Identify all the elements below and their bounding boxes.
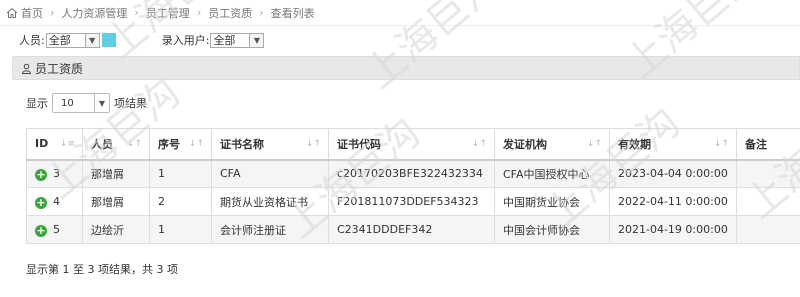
search-button[interactable] <box>101 33 116 47</box>
breadcrumb-separator: › <box>134 6 139 19</box>
cell-id: +5 <box>26 215 83 244</box>
entry-user-filter-label: 录入用户: <box>161 34 210 47</box>
entry-user-filter-select[interactable]: 全部 ▼ <box>210 32 265 48</box>
cell-issuer: 中国期货业协会 <box>494 187 610 216</box>
breadcrumb-employee-qualification[interactable]: 员工资质 <box>208 5 252 21</box>
cell-person: 那增屑 <box>82 187 150 216</box>
column-header-remark[interactable]: 备注 <box>736 128 800 161</box>
breadcrumb-view-list: 查看列表 <box>270 6 315 20</box>
cell-issuer: 中国会计师协会 <box>494 215 610 244</box>
sort-icon[interactable]: ↓↑ <box>127 139 142 149</box>
table-row[interactable]: +4 那增屑 2 期货从业资格证书 F201811073DDEF534323 中… <box>26 187 800 216</box>
cell-cert-code: c20170203BFE322432334 <box>328 159 495 188</box>
person-filter-value: 全部 <box>48 34 71 47</box>
person-filter-select[interactable]: 全部 ▼ <box>45 32 100 48</box>
column-header-label: 序号 <box>158 137 180 151</box>
column-header-label: 发证机构 <box>503 137 547 151</box>
sort-icon[interactable]: ↓↑ <box>714 139 729 149</box>
column-header-label: 备注 <box>745 137 767 151</box>
cell-cert-name: CFA <box>211 159 329 188</box>
table-header-row: ID ↓≡ 人员 ↓↑ 序号 ↓↑ 证书名称 ↓↑ 证书代码 ↓↑ 发证机构 ↓↑ 有效期 ↓… <box>26 128 800 161</box>
chevron-down-icon[interactable]: ▼ <box>84 33 99 47</box>
expand-plus-icon[interactable]: + <box>35 196 47 209</box>
cell-seq: 2 <box>149 187 212 216</box>
column-header-label: 证书代码 <box>337 137 381 151</box>
qualification-table: ID ↓≡ 人员 ↓↑ 序号 ↓↑ 证书名称 ↓↑ 证书代码 ↓↑ 发证机构 ↓↑ 有效期 ↓… <box>26 128 800 244</box>
breadcrumb-separator: › <box>259 6 264 19</box>
cell-remark <box>736 215 800 244</box>
cell-seq: 1 <box>149 215 212 244</box>
column-header-id[interactable]: ID ↓≡ <box>26 128 83 161</box>
breadcrumb-separator: › <box>50 6 55 19</box>
cell-cert-code: F201811073DDEF534323 <box>328 187 495 216</box>
chevron-down-icon[interactable]: ▼ <box>249 33 264 47</box>
cell-remark <box>736 159 800 188</box>
cell-id: +3 <box>26 159 83 188</box>
breadcrumb-separator: › <box>196 6 202 19</box>
breadcrumb-employee-management[interactable]: 员工管理 <box>146 5 190 21</box>
column-header-cert-name[interactable]: 证书名称 ↓↑ <box>211 128 329 161</box>
table-row[interactable]: +3 那增屑 1 CFA c20170203BFE322432334 CFA中国… <box>26 159 800 188</box>
column-header-label: ID <box>35 137 49 151</box>
cell-id-value: 4 <box>53 194 60 208</box>
entry-user-filter-value: 全部 <box>213 34 236 47</box>
column-header-label: 有效期 <box>618 137 651 151</box>
breadcrumb: 首页 › 人力资源管理 › 员工管理 › 员工资质 › 查看列表 <box>0 0 800 26</box>
breadcrumb-home[interactable]: 首页 <box>21 5 43 21</box>
filter-bar: 人员: 全部 ▼ 录入用户: 全部 ▼ <box>0 30 800 50</box>
cell-id-value: 5 <box>53 222 60 236</box>
cell-cert-code: C2341DDDEF342 <box>328 215 495 244</box>
column-header-label: 人员 <box>91 137 113 151</box>
chevron-down-icon[interactable]: ▼ <box>94 94 109 112</box>
sort-asc-icon[interactable]: ↓≡ <box>60 139 75 149</box>
column-header-label: 证书名称 <box>220 137 264 151</box>
home-icon[interactable] <box>6 7 18 19</box>
sort-icon[interactable]: ↓↑ <box>472 139 487 149</box>
sort-icon[interactable]: ↓↑ <box>189 139 204 149</box>
user-icon <box>21 63 32 74</box>
column-header-issuer[interactable]: 发证机构 ↓↑ <box>494 128 610 161</box>
cell-validity: 2023-04-04 0:00:00 <box>609 159 737 188</box>
page-length-select[interactable]: 10 ▼ <box>52 93 110 113</box>
cell-cert-name: 会计师注册证 <box>211 215 329 244</box>
column-header-seq[interactable]: 序号 ↓↑ <box>149 128 212 161</box>
cell-person: 那增屑 <box>82 159 150 188</box>
breadcrumb-hr-management[interactable]: 人力资源管理 <box>61 5 127 21</box>
page-length-value: 10 <box>61 97 74 109</box>
cell-validity: 2021-04-19 0:00:00 <box>609 215 737 244</box>
sort-icon[interactable]: ↓↑ <box>306 139 321 149</box>
cell-issuer: CFA中国授权中心 <box>494 159 610 188</box>
cell-id: +4 <box>26 187 83 216</box>
page-length-control: 显示 10 ▼ 项结果 <box>26 93 147 113</box>
cell-validity: 2022-04-11 0:00:00 <box>609 187 737 216</box>
column-header-cert-code[interactable]: 证书代码 ↓↑ <box>328 128 495 161</box>
sort-icon[interactable]: ↓↑ <box>587 139 602 149</box>
cell-seq: 1 <box>149 159 212 188</box>
table-row[interactable]: +5 边绘沂 1 会计师注册证 C2341DDDEF342 中国会计师协会 20… <box>26 215 800 244</box>
cell-cert-name: 期货从业资格证书 <box>211 187 329 216</box>
table-info: 显示第 1 至 3 项结果，共 3 项 <box>26 263 178 276</box>
column-header-person[interactable]: 人员 ↓↑ <box>82 128 150 161</box>
panel-title: 员工资质 <box>35 61 84 76</box>
panel-header: 员工资质 <box>12 56 800 80</box>
cell-id-value: 3 <box>53 166 60 180</box>
expand-plus-icon[interactable]: + <box>35 224 47 237</box>
cell-remark <box>736 187 800 216</box>
page-length-prefix: 显示 <box>26 97 48 110</box>
person-filter-label: 人员: <box>19 34 45 47</box>
cell-person: 边绘沂 <box>82 215 150 244</box>
column-header-validity[interactable]: 有效期 ↓↑ <box>609 128 737 161</box>
page-length-suffix: 项结果 <box>114 97 147 110</box>
expand-plus-icon[interactable]: + <box>35 168 47 181</box>
